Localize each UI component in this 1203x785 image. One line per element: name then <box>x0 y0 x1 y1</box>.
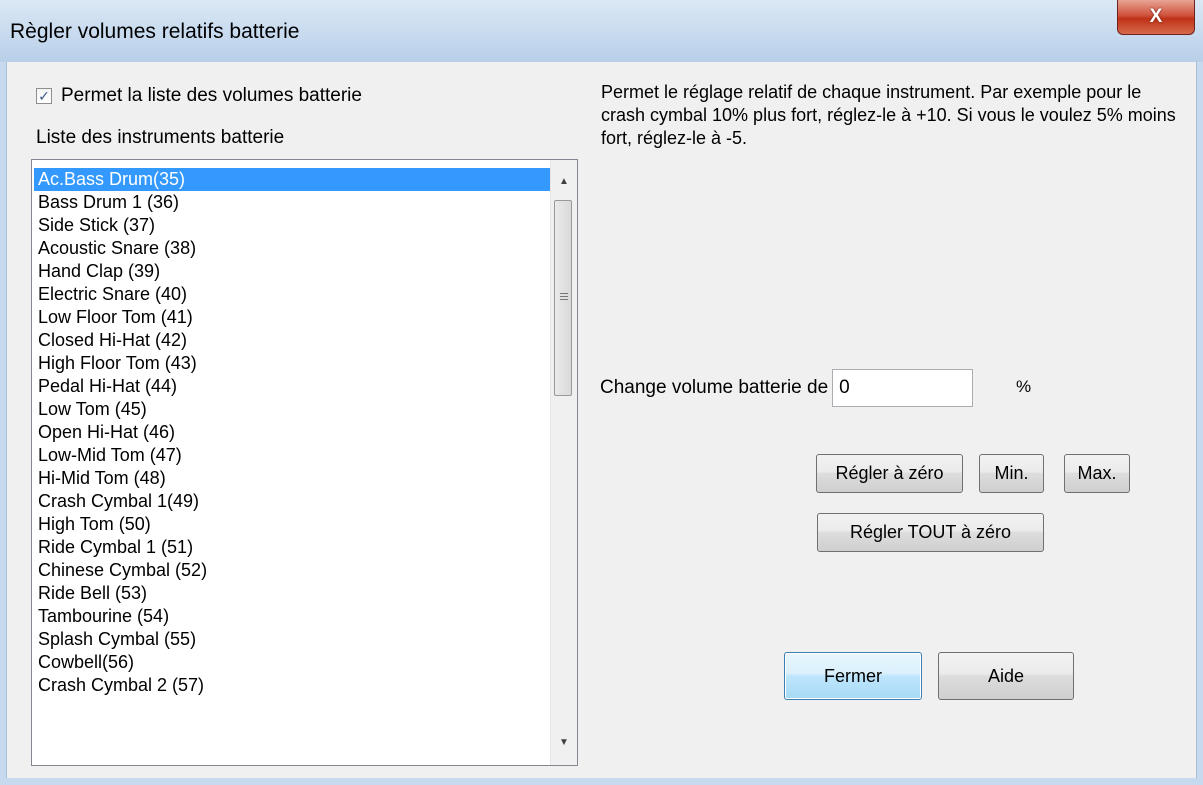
window-title: Règler volumes relatifs batterie <box>10 20 300 43</box>
change-volume-row: Change volume batterie de <box>600 368 974 408</box>
list-item[interactable]: Low-Mid Tom (47) <box>34 444 551 467</box>
instrument-list-caption: Liste des instruments batterie <box>36 127 285 148</box>
enable-volumes-checkbox[interactable]: ✓ <box>36 88 52 104</box>
reset-to-zero-button[interactable]: Régler à zéro <box>816 454 963 493</box>
close-button[interactable]: Fermer <box>784 652 922 700</box>
list-item[interactable]: Open Hi-Hat (46) <box>34 421 551 444</box>
min-button[interactable]: Min. <box>979 454 1044 493</box>
list-item[interactable]: Acoustic Snare (38) <box>34 237 551 260</box>
change-volume-label: Change volume batterie de <box>600 377 829 398</box>
list-item[interactable]: Hi-Mid Tom (48) <box>34 467 551 490</box>
instructions-text: Permet le réglage relatif de chaque inst… <box>601 82 1176 148</box>
dialog-window: Règler volumes relatifs batterie X ✓ Per… <box>0 0 1203 785</box>
list-item[interactable]: Pedal Hi-Hat (44) <box>34 375 551 398</box>
list-scrollbar[interactable]: ▲ ▼ <box>550 160 577 765</box>
list-item[interactable]: Chinese Cymbal (52) <box>34 559 551 582</box>
scroll-down-icon[interactable]: ▼ <box>551 729 577 755</box>
enable-volumes-label[interactable]: Permet la liste des volumes batterie <box>61 85 362 107</box>
scroll-thumb[interactable] <box>554 200 572 396</box>
list-item[interactable]: Crash Cymbal 1(49) <box>34 490 551 513</box>
list-item[interactable]: Low Floor Tom (41) <box>34 306 551 329</box>
list-item[interactable]: Electric Snare (40) <box>34 283 551 306</box>
list-item[interactable]: Closed Hi-Hat (42) <box>34 329 551 352</box>
change-volume-input[interactable] <box>832 369 974 407</box>
enable-volumes-checkbox-row[interactable]: ✓ Permet la liste des volumes batterie <box>36 84 362 108</box>
list-item[interactable]: Cowbell(56) <box>34 651 551 674</box>
list-item[interactable]: Low Tom (45) <box>34 398 551 421</box>
instrument-list-items: Ac.Bass Drum(35) Bass Drum 1 (36) Side Sti… <box>34 168 551 697</box>
list-item[interactable]: Ac.Bass Drum(35) <box>34 168 551 191</box>
list-item[interactable]: Bass Drum 1 (36) <box>34 191 551 214</box>
help-button[interactable]: Aide <box>938 652 1074 700</box>
list-item[interactable]: Splash Cymbal (55) <box>34 628 551 651</box>
grip-icon <box>560 293 568 300</box>
list-item[interactable]: High Floor Tom (43) <box>34 352 551 375</box>
window-frame-bottom <box>0 778 1203 785</box>
instrument-listbox[interactable]: Ac.Bass Drum(35) Bass Drum 1 (36) Side Sti… <box>31 159 578 766</box>
close-window-button[interactable]: X <box>1117 0 1195 35</box>
list-item[interactable]: Ride Cymbal 1 (51) <box>34 536 551 559</box>
list-item[interactable]: Tambourine (54) <box>34 605 551 628</box>
title-bar[interactable]: Règler volumes relatifs batterie X <box>0 0 1203 63</box>
reset-all-to-zero-button[interactable]: Régler TOUT à zéro <box>817 513 1044 552</box>
scroll-up-icon[interactable]: ▲ <box>551 168 577 194</box>
list-item[interactable]: Hand Clap (39) <box>34 260 551 283</box>
max-button[interactable]: Max. <box>1064 454 1130 493</box>
list-item[interactable]: Ride Bell (53) <box>34 582 551 605</box>
list-item[interactable]: High Tom (50) <box>34 513 551 536</box>
list-item[interactable]: Crash Cymbal 2 (57) <box>34 674 551 697</box>
checkmark-icon: ✓ <box>38 88 50 104</box>
close-icon: X <box>1149 6 1163 27</box>
list-item[interactable]: Side Stick (37) <box>34 214 551 237</box>
percent-unit: % <box>1016 377 1032 396</box>
